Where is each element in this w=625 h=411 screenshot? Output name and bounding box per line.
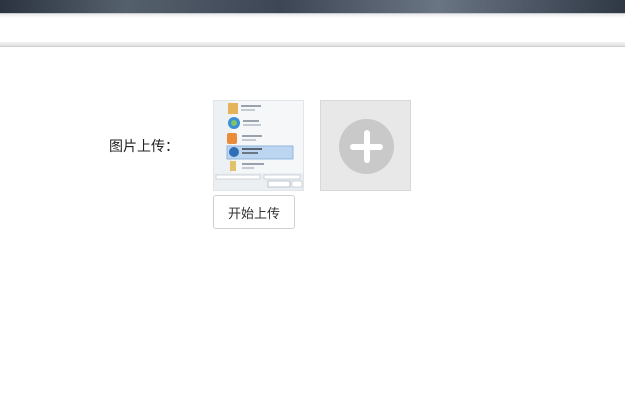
image-upload-label: 图片上传： <box>109 139 179 155</box>
plus-icon <box>339 119 394 174</box>
start-upload-button[interactable]: 开始上传 <box>213 195 295 229</box>
page: 图片上传： 开始上传 <box>0 0 625 411</box>
toolbar-divider <box>0 42 625 47</box>
window-title-strip <box>0 0 625 13</box>
thumbnail-image <box>214 101 303 190</box>
add-image-tile[interactable] <box>320 100 411 191</box>
uploaded-image-thumbnail[interactable] <box>213 100 304 191</box>
